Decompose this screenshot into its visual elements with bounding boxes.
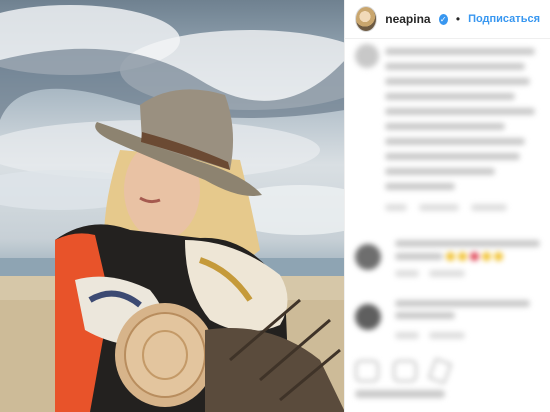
- caption-blurred: [355, 44, 545, 211]
- comment-avatar: [355, 244, 381, 270]
- caption-line: [385, 78, 530, 85]
- photo-scene: [0, 5, 344, 412]
- caption-line: [385, 93, 515, 100]
- comment-blurred: [355, 240, 545, 290]
- caption-line: [385, 108, 535, 115]
- post-actions: [355, 357, 453, 385]
- post-header: neapina ✓ • Подписаться: [345, 0, 550, 39]
- verified-icon: ✓: [438, 13, 448, 25]
- likes-count-blurred: [355, 390, 445, 398]
- caption-line: [385, 48, 535, 55]
- caption-line: [385, 138, 525, 145]
- heart-icon[interactable]: [355, 360, 379, 382]
- instagram-post: neapina ✓ • Подписаться: [0, 0, 550, 412]
- caption-meta: [385, 204, 545, 211]
- separator-dot: •: [455, 12, 461, 26]
- comment-blurred: [355, 296, 545, 346]
- post-sidebar: neapina ✓ • Подписаться: [344, 0, 550, 412]
- caption-line: [385, 168, 495, 175]
- username[interactable]: neapina: [385, 12, 430, 26]
- caption-line: [385, 123, 505, 130]
- caption-line: [385, 153, 520, 160]
- avatar[interactable]: [355, 6, 378, 32]
- comment-avatar: [355, 304, 381, 330]
- post-photo: [0, 0, 344, 412]
- share-icon[interactable]: [427, 357, 453, 385]
- follow-button[interactable]: Подписаться: [468, 13, 540, 25]
- comment-icon[interactable]: [393, 360, 417, 382]
- caption-line: [385, 183, 455, 190]
- caption-avatar: [355, 44, 379, 68]
- caption-line: [385, 63, 525, 70]
